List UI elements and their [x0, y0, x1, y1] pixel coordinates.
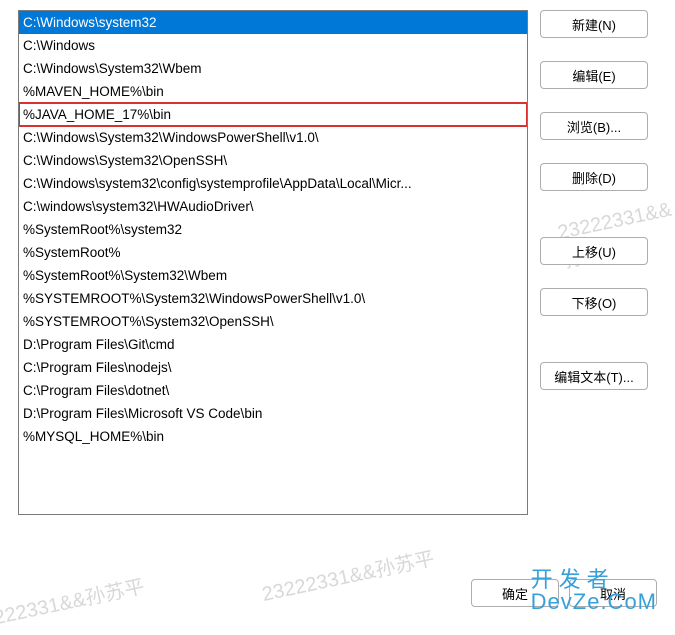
list-item[interactable]: C:\Windows\System32\Wbem [19, 57, 527, 80]
list-item[interactable]: %MYSQL_HOME%\bin [19, 425, 527, 448]
list-item[interactable]: D:\Program Files\Microsoft VS Code\bin [19, 402, 527, 425]
list-item[interactable]: C:\Program Files\dotnet\ [19, 379, 527, 402]
dialog-footer: 确定 取消 [471, 579, 657, 607]
ok-button[interactable]: 确定 [471, 579, 559, 607]
list-item[interactable]: C:\Windows\system32 [19, 11, 527, 34]
env-var-edit-dialog: C:\Windows\system32C:\WindowsC:\Windows\… [0, 0, 675, 625]
list-item[interactable]: C:\Windows\System32\OpenSSH\ [19, 149, 527, 172]
cancel-button[interactable]: 取消 [569, 579, 657, 607]
list-item[interactable]: D:\Program Files\Git\cmd [19, 333, 527, 356]
edit-button[interactable]: 编辑(E) [540, 61, 648, 89]
list-item[interactable]: %SYSTEMROOT%\System32\WindowsPowerShell\… [19, 287, 527, 310]
edit-text-button[interactable]: 编辑文本(T)... [540, 362, 648, 390]
list-item[interactable]: C:\Program Files\nodejs\ [19, 356, 527, 379]
delete-button[interactable]: 删除(D) [540, 163, 648, 191]
list-item[interactable]: %SystemRoot%\System32\Wbem [19, 264, 527, 287]
new-button[interactable]: 新建(N) [540, 10, 648, 38]
list-item[interactable]: C:\Windows\System32\WindowsPowerShell\v1… [19, 126, 527, 149]
move-up-button[interactable]: 上移(U) [540, 237, 648, 265]
list-item[interactable]: C:\Windows [19, 34, 527, 57]
list-item[interactable]: %JAVA_HOME_17%\bin [19, 103, 527, 126]
list-item[interactable]: %SystemRoot% [19, 241, 527, 264]
list-item[interactable]: C:\windows\system32\HWAudioDriver\ [19, 195, 527, 218]
move-down-button[interactable]: 下移(O) [540, 288, 648, 316]
list-item[interactable]: %SYSTEMROOT%\System32\OpenSSH\ [19, 310, 527, 333]
path-entries-listbox[interactable]: C:\Windows\system32C:\WindowsC:\Windows\… [18, 10, 528, 515]
list-item[interactable]: %MAVEN_HOME%\bin [19, 80, 527, 103]
browse-button[interactable]: 浏览(B)... [540, 112, 648, 140]
list-item[interactable]: C:\Windows\system32\config\systemprofile… [19, 172, 527, 195]
list-item[interactable]: %SystemRoot%\system32 [19, 218, 527, 241]
action-button-column: 新建(N) 编辑(E) 浏览(B)... 删除(D) 上移(U) 下移(O) 编… [540, 10, 654, 515]
